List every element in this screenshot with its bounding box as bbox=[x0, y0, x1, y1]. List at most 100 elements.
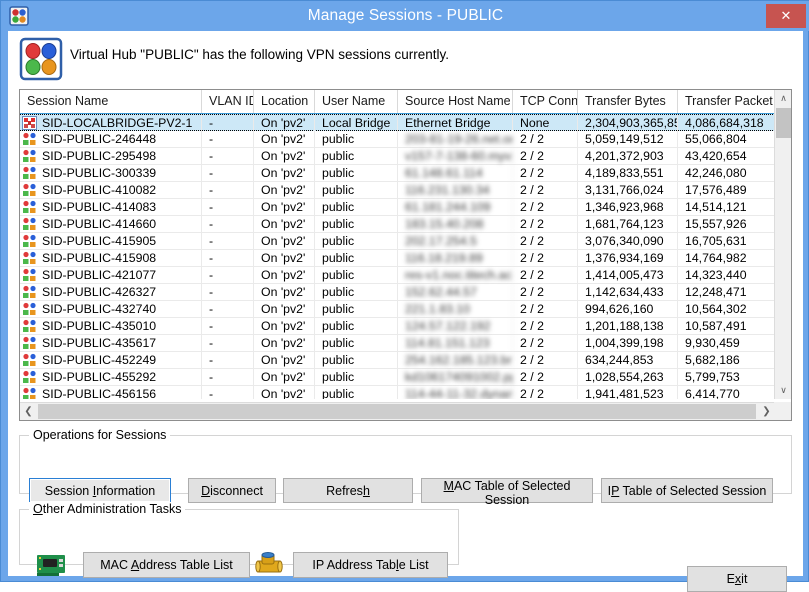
operations-group-title: Operations for Sessions bbox=[29, 428, 171, 442]
session-row[interactable]: SID-PUBLIC-452249- On 'pv2' public 254.162.… bbox=[20, 352, 791, 369]
vpn-session-icon bbox=[22, 251, 37, 265]
cell-transfer-packets: 14,764,982 bbox=[678, 250, 776, 266]
cell-transfer-bytes: 1,376,934,169 bbox=[578, 250, 678, 266]
cell-tcp-conn: 2 / 2 bbox=[513, 165, 578, 181]
column-header-tcp-conn[interactable]: TCP Conn… bbox=[513, 90, 578, 113]
session-row[interactable]: SID-LOCALBRIDGE-PV2-1- On 'pv2' Local Brid… bbox=[20, 114, 791, 131]
cell-tcp-conn: None bbox=[513, 115, 578, 131]
cell-tcp-conn: 2 / 2 bbox=[513, 335, 578, 351]
cell-transfer-packets: 14,514,121 bbox=[678, 199, 776, 215]
vpn-session-icon bbox=[22, 387, 37, 399]
session-list-view[interactable]: Session Name VLAN ID Location User Name Sour… bbox=[19, 89, 792, 421]
disconnect-button[interactable]: Disconnect bbox=[188, 478, 276, 503]
cell-user-name: public bbox=[315, 199, 398, 215]
cell-session-name: SID-LOCALBRIDGE-PV2-1 bbox=[20, 115, 202, 131]
scrollbar-corner bbox=[774, 402, 791, 420]
cell-vlan-id: - bbox=[202, 216, 254, 232]
cell-source-host: 114-44-11-32.dynam… bbox=[398, 386, 513, 399]
cell-location: On 'pv2' bbox=[254, 369, 315, 385]
column-header-vlan-id[interactable]: VLAN ID bbox=[202, 90, 254, 113]
vpn-session-icon bbox=[22, 319, 37, 333]
cell-vlan-id: - bbox=[202, 250, 254, 266]
cell-source-host: 202.17.254.5 bbox=[398, 233, 513, 249]
cell-user-name: public bbox=[315, 284, 398, 300]
cell-vlan-id: - bbox=[202, 199, 254, 215]
scroll-left-icon[interactable]: ❮ bbox=[20, 403, 37, 420]
column-header-transfer-packet[interactable]: Transfer Packet bbox=[678, 90, 776, 113]
virtual-hub-icon bbox=[19, 37, 63, 81]
cell-source-host: 152.62.44.57 bbox=[398, 284, 513, 300]
cell-source-host: 114.81.151.123 bbox=[398, 335, 513, 351]
cell-session-name: SID-PUBLIC-456156 bbox=[20, 386, 202, 399]
scroll-down-icon[interactable]: ∨ bbox=[775, 382, 791, 399]
cell-tcp-conn: 2 / 2 bbox=[513, 182, 578, 198]
close-button[interactable]: ✕ bbox=[766, 4, 806, 28]
vpn-session-icon bbox=[22, 302, 37, 316]
cell-source-host: 61.148.61.114 bbox=[398, 165, 513, 181]
session-row[interactable]: SID-PUBLIC-415905- On 'pv2' public 202.17.2… bbox=[20, 233, 791, 250]
vertical-scrollbar[interactable]: ∧ ∨ bbox=[774, 90, 791, 399]
session-list-body[interactable]: SID-LOCALBRIDGE-PV2-1- On 'pv2' Local Brid… bbox=[20, 114, 791, 399]
cell-transfer-packets: 55,066,804 bbox=[678, 131, 776, 147]
column-header-source-host-name[interactable]: Source Host Name bbox=[398, 90, 513, 113]
session-row[interactable]: SID-PUBLIC-410082- On 'pv2' public 116.231.… bbox=[20, 182, 791, 199]
session-row[interactable]: SID-PUBLIC-415908- On 'pv2' public 116.18.2… bbox=[20, 250, 791, 267]
column-header-user-name[interactable]: User Name bbox=[315, 90, 398, 113]
cell-source-host: 116.18.219.89 bbox=[398, 250, 513, 266]
cell-tcp-conn: 2 / 2 bbox=[513, 301, 578, 317]
session-row[interactable]: SID-PUBLIC-414083- On 'pv2' public 61.181.2… bbox=[20, 199, 791, 216]
session-row[interactable]: SID-PUBLIC-435010- On 'pv2' public 124.57.1… bbox=[20, 318, 791, 335]
vpn-session-icon bbox=[22, 217, 37, 231]
session-row[interactable]: SID-PUBLIC-300339- On 'pv2' public 61.148.6… bbox=[20, 165, 791, 182]
cell-source-host: 124.57.122.192 bbox=[398, 318, 513, 334]
horizontal-scrollbar[interactable]: ❮ ❯ bbox=[20, 402, 791, 420]
vpn-session-icon bbox=[22, 268, 37, 282]
cell-transfer-bytes: 994,626,160 bbox=[578, 301, 678, 317]
session-row[interactable]: SID-PUBLIC-414660- On 'pv2' public 183.15.4… bbox=[20, 216, 791, 233]
cell-user-name: public bbox=[315, 233, 398, 249]
mac-table-of-selected-session-button[interactable]: MAC Table of Selected Session bbox=[421, 478, 593, 507]
session-row[interactable]: SID-PUBLIC-426327- On 'pv2' public 152.62.4… bbox=[20, 284, 791, 301]
cell-vlan-id: - bbox=[202, 301, 254, 317]
session-row[interactable]: SID-PUBLIC-246448- On 'pv2' public 203-81-1… bbox=[20, 131, 791, 148]
session-row[interactable]: SID-PUBLIC-435617- On 'pv2' public 114.81.1… bbox=[20, 335, 791, 352]
cell-vlan-id: - bbox=[202, 386, 254, 399]
ip-table-of-selected-session-button[interactable]: IP Table of Selected Session bbox=[601, 478, 773, 503]
ip-address-table-list-button[interactable]: IP Address Table List bbox=[293, 552, 448, 578]
cell-source-host: Ethernet Bridge bbox=[398, 115, 513, 131]
cell-user-name: public bbox=[315, 301, 398, 317]
title-bar: Manage Sessions - PUBLIC ✕ bbox=[1, 1, 809, 31]
cell-source-host: 183.15.40.208 bbox=[398, 216, 513, 232]
cell-location: On 'pv2' bbox=[254, 233, 315, 249]
vpn-session-icon bbox=[22, 200, 37, 214]
session-information-button[interactable]: Session Information bbox=[29, 478, 171, 503]
session-row[interactable]: SID-PUBLIC-456156- On 'pv2' public 114-44-1… bbox=[20, 386, 791, 399]
cell-tcp-conn: 2 / 2 bbox=[513, 131, 578, 147]
session-row[interactable]: SID-PUBLIC-421077- On 'pv2' public res-v1.n… bbox=[20, 267, 791, 284]
cell-transfer-packets: 10,587,491 bbox=[678, 318, 776, 334]
vertical-scrollbar-thumb[interactable] bbox=[776, 108, 791, 138]
cell-transfer-bytes: 5,059,149,512 bbox=[578, 131, 678, 147]
scroll-right-icon[interactable]: ❯ bbox=[758, 403, 775, 420]
cell-location: On 'pv2' bbox=[254, 250, 315, 266]
column-header-session-name[interactable]: Session Name bbox=[20, 90, 202, 113]
session-row[interactable]: SID-PUBLIC-455292- On 'pv2' public kd106174… bbox=[20, 369, 791, 386]
column-header-location[interactable]: Location bbox=[254, 90, 315, 113]
horizontal-scrollbar-thumb[interactable] bbox=[38, 404, 756, 419]
cell-transfer-packets: 16,705,631 bbox=[678, 233, 776, 249]
cell-transfer-bytes: 1,346,923,968 bbox=[578, 199, 678, 215]
session-row[interactable]: SID-PUBLIC-295498- On 'pv2' public v157-7-1… bbox=[20, 148, 791, 165]
cell-user-name: public bbox=[315, 369, 398, 385]
exit-button[interactable]: Exit bbox=[687, 566, 787, 592]
cell-transfer-packets: 12,248,471 bbox=[678, 284, 776, 300]
session-row[interactable]: SID-PUBLIC-432740- On 'pv2' public 221.1.83… bbox=[20, 301, 791, 318]
cell-tcp-conn: 2 / 2 bbox=[513, 250, 578, 266]
scroll-up-icon[interactable]: ∧ bbox=[775, 90, 791, 107]
hub-description-text: Virtual Hub "PUBLIC" has the following V… bbox=[70, 47, 450, 62]
cell-vlan-id: - bbox=[202, 165, 254, 181]
cell-location: On 'pv2' bbox=[254, 386, 315, 399]
refresh-button[interactable]: Refresh bbox=[283, 478, 413, 503]
column-header-transfer-bytes[interactable]: Transfer Bytes bbox=[578, 90, 678, 113]
mac-address-table-list-button[interactable]: MAC Address Table List bbox=[83, 552, 250, 578]
cell-tcp-conn: 2 / 2 bbox=[513, 216, 578, 232]
